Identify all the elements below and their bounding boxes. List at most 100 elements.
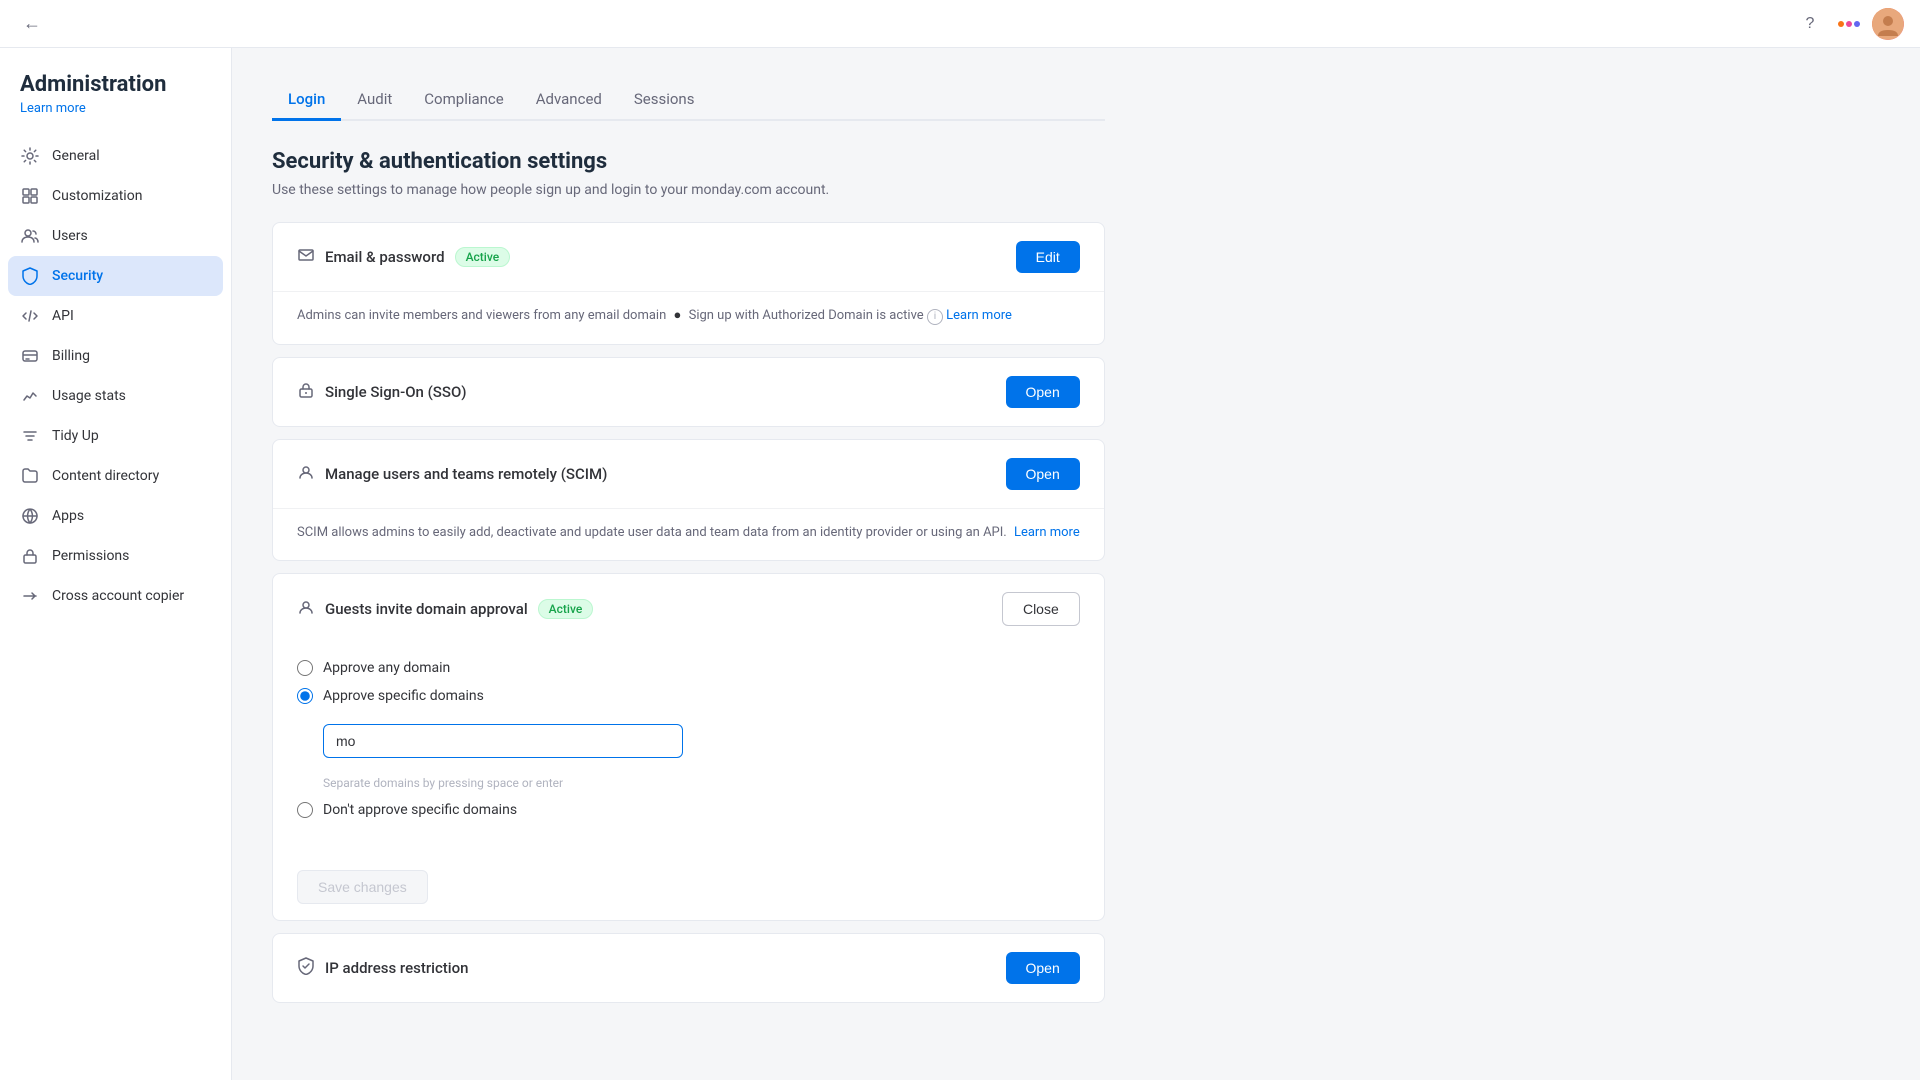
sidebar-item-general[interactable]: General (0, 136, 231, 176)
sidebar-item-content-directory[interactable]: Content directory (0, 456, 231, 496)
back-button[interactable]: ← (16, 8, 48, 40)
guests-close-button[interactable]: Close (1002, 592, 1080, 626)
tab-sessions[interactable]: Sessions (618, 80, 711, 121)
sidebar-item-label: Billing (52, 348, 90, 364)
email-password-title-row: Email & password Active (297, 246, 510, 268)
sidebar: Administration Learn more General Custom… (0, 48, 232, 1080)
sidebar-item-cross-account[interactable]: Cross account copier (0, 576, 231, 616)
scim-header: Manage users and teams remotely (SCIM) O… (273, 440, 1104, 508)
ip-restriction-title-row: IP address restriction (297, 957, 468, 979)
scim-icon (297, 463, 315, 485)
sidebar-item-tidy-up[interactable]: Tidy Up (0, 416, 231, 456)
tab-audit[interactable]: Audit (341, 80, 408, 121)
email-password-badge: Active (455, 247, 511, 267)
usage-stats-icon (20, 386, 40, 406)
tidy-up-icon (20, 426, 40, 446)
scim-title: Manage users and teams remotely (SCIM) (325, 465, 607, 483)
scim-open-button[interactable]: Open (1006, 458, 1080, 490)
sidebar-item-label: General (52, 148, 100, 164)
save-changes-button[interactable]: Save changes (297, 870, 428, 904)
help-button[interactable]: ? (1794, 8, 1826, 40)
sso-card: Single Sign-On (SSO) Open (272, 357, 1105, 427)
sidebar-item-label: Security (52, 268, 103, 284)
user-avatar[interactable] (1872, 8, 1904, 40)
sidebar-item-security[interactable]: Security (8, 256, 223, 296)
topbar: ← ? (0, 0, 1920, 48)
sidebar-item-permissions[interactable]: Permissions (0, 536, 231, 576)
email-password-edit-button[interactable]: Edit (1016, 241, 1080, 273)
email-password-body-text: Admins can invite members and viewers fr… (297, 292, 1080, 326)
page-subtitle: Use these settings to manage how people … (272, 182, 1105, 198)
domain-hint: Separate domains by pressing space or en… (323, 776, 1080, 790)
radio-no-domain[interactable]: Don't approve specific domains (297, 802, 1080, 818)
sso-open-button[interactable]: Open (1006, 376, 1080, 408)
users-icon (20, 226, 40, 246)
email-password-card: Email & password Active Edit Admins can … (272, 222, 1105, 345)
sidebar-item-label: Cross account copier (52, 588, 184, 604)
domain-input-container (323, 724, 683, 758)
radio-any-domain[interactable]: Approve any domain (297, 660, 1080, 676)
sidebar-item-apps[interactable]: Apps (0, 496, 231, 536)
tab-compliance[interactable]: Compliance (408, 80, 519, 121)
sidebar-item-label: Apps (52, 508, 84, 524)
scim-body: SCIM allows admins to easily add, deacti… (273, 508, 1104, 561)
sidebar-item-label: Permissions (52, 548, 129, 564)
sso-header: Single Sign-On (SSO) Open (273, 358, 1104, 426)
sidebar-item-label: Customization (52, 188, 142, 204)
radio-specific-domain[interactable]: Approve specific domains (297, 688, 1080, 704)
domain-input[interactable] (323, 724, 683, 758)
sso-icon (297, 381, 315, 403)
guests-badge: Active (538, 599, 594, 619)
sidebar-title: Administration (0, 72, 231, 101)
guests-icon (297, 598, 315, 620)
radio-no-domain-input[interactable] (297, 802, 313, 818)
sidebar-item-usage-stats[interactable]: Usage stats (0, 376, 231, 416)
ip-restriction-open-button[interactable]: Open (1006, 952, 1080, 984)
topbar-right: ? (1794, 8, 1904, 40)
ip-restriction-title: IP address restriction (325, 959, 468, 977)
scim-learn-more[interactable]: Learn more (1014, 525, 1080, 540)
customization-icon (20, 186, 40, 206)
sidebar-item-label: Users (52, 228, 88, 244)
billing-icon (20, 346, 40, 366)
sidebar-item-users[interactable]: Users (0, 216, 231, 256)
guests-title: Guests invite domain approval (325, 600, 528, 618)
tab-advanced[interactable]: Advanced (520, 80, 618, 121)
scim-title-row: Manage users and teams remotely (SCIM) (297, 463, 607, 485)
email-password-title: Email & password (325, 248, 445, 266)
layout: Administration Learn more General Custom… (0, 48, 1145, 1080)
sidebar-item-label: Usage stats (52, 388, 126, 404)
tab-login[interactable]: Login (272, 80, 341, 121)
tabs: Login Audit Compliance Advanced Sessions (272, 80, 1105, 121)
email-password-body: Admins can invite members and viewers fr… (273, 291, 1104, 344)
sso-title: Single Sign-On (SSO) (325, 383, 467, 401)
email-password-info-icon[interactable]: i (927, 309, 943, 325)
radio-any-domain-input[interactable] (297, 660, 313, 676)
email-password-icon (297, 246, 315, 268)
email-password-header: Email & password Active Edit (273, 223, 1104, 291)
sso-title-row: Single Sign-On (SSO) (297, 381, 467, 403)
save-changes-row: Save changes (273, 854, 1104, 920)
radio-specific-domain-input[interactable] (297, 688, 313, 704)
cross-account-icon (20, 586, 40, 606)
content-directory-icon (20, 466, 40, 486)
scim-card: Manage users and teams remotely (SCIM) O… (272, 439, 1105, 562)
topbar-left: ← (16, 8, 48, 40)
sidebar-item-customization[interactable]: Customization (0, 176, 231, 216)
radio-any-domain-label: Approve any domain (323, 660, 450, 676)
api-icon (20, 306, 40, 326)
radio-specific-domain-label: Approve specific domains (323, 688, 484, 704)
email-password-learn-more[interactable]: Learn more (946, 308, 1012, 323)
sidebar-item-label: Content directory (52, 468, 159, 484)
ip-restriction-icon (297, 957, 315, 979)
scim-body-text: SCIM allows admins to easily add, deacti… (297, 509, 1080, 543)
ip-restriction-card: IP address restriction Open (272, 933, 1105, 1003)
sidebar-item-api[interactable]: API (0, 296, 231, 336)
app-switcher-icon[interactable] (1838, 16, 1860, 32)
guests-header: Guests invite domain approval Active Clo… (273, 574, 1104, 644)
sidebar-item-billing[interactable]: Billing (0, 336, 231, 376)
ip-restriction-header: IP address restriction Open (273, 934, 1104, 1002)
permissions-icon (20, 546, 40, 566)
sidebar-learn-more[interactable]: Learn more (0, 101, 231, 136)
page-title: Security & authentication settings (272, 149, 1105, 174)
